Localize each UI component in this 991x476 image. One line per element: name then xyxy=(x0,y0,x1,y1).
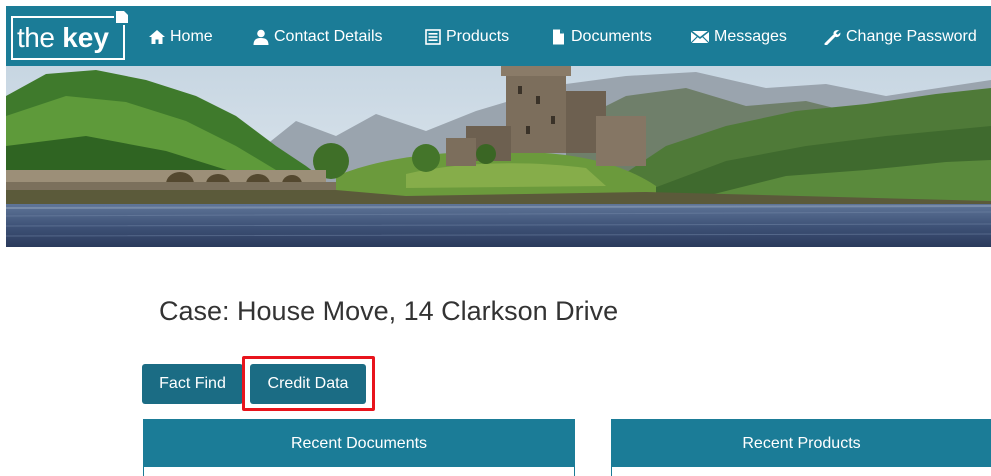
nav-messages-label: Messages xyxy=(714,28,787,45)
logo-page-corner-icon xyxy=(114,9,130,25)
recent-products-heading: Recent Products xyxy=(612,420,991,467)
wrench-icon xyxy=(824,30,841,45)
logo-word-the: the xyxy=(17,22,55,53)
nav-home[interactable]: Home xyxy=(148,24,213,50)
castle-landscape-illustration xyxy=(6,66,991,247)
nav-documents-label: Documents xyxy=(571,28,652,45)
list-icon xyxy=(425,29,441,45)
user-icon xyxy=(253,29,269,45)
nav-contact-details[interactable]: Contact Details xyxy=(252,24,383,50)
nav-messages[interactable]: Messages xyxy=(690,24,787,50)
top-navbar: the key Home Contact Details Products Do… xyxy=(6,6,991,66)
home-icon xyxy=(149,30,165,44)
banner-image xyxy=(6,66,991,247)
credit-data-highlight-box xyxy=(242,356,375,411)
logo-word-key: key xyxy=(62,22,109,53)
file-icon xyxy=(553,29,564,45)
nav-contact-details-label: Contact Details xyxy=(274,28,383,45)
logo-text: the key xyxy=(17,21,109,55)
logo[interactable]: the key xyxy=(11,9,130,60)
nav-home-label: Home xyxy=(170,28,213,45)
envelope-icon xyxy=(690,30,710,44)
recent-documents-panel: Recent Documents xyxy=(143,419,575,476)
fact-find-button[interactable]: Fact Find xyxy=(142,364,243,404)
recent-products-panel: Recent Products xyxy=(611,419,991,476)
page: the key Home Contact Details Products Do… xyxy=(0,0,991,476)
nav-documents[interactable]: Documents xyxy=(549,24,652,50)
recent-documents-heading: Recent Documents xyxy=(144,420,574,467)
case-title: Case: House Move, 14 Clarkson Drive xyxy=(159,296,619,326)
nav-products[interactable]: Products xyxy=(424,24,509,50)
nav-change-password-label: Change Password xyxy=(846,28,977,45)
nav-products-label: Products xyxy=(446,28,510,45)
nav-change-password[interactable]: Change Password xyxy=(824,24,977,50)
